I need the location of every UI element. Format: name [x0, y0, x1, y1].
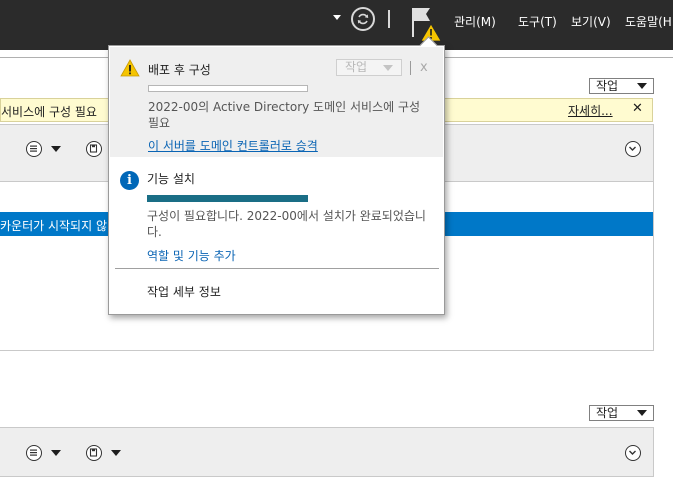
task-dropdown-label: 작업 — [596, 79, 619, 93]
services-panel-header — [0, 427, 654, 477]
menu-manage[interactable]: 관리(M) — [454, 13, 496, 30]
menubar-separator — [388, 10, 390, 28]
chevron-down-icon — [383, 65, 393, 71]
task-details-link[interactable]: 작업 세부 정보 — [147, 283, 221, 300]
task-dropdown-label: 작업 — [596, 406, 619, 420]
section-title: 배포 후 구성 — [148, 63, 211, 77]
section-title: 기능 설치 — [147, 172, 195, 186]
warning-icon — [120, 59, 140, 77]
info-icon: i — [120, 171, 139, 190]
chevron-down-icon — [637, 410, 647, 416]
notifications-popup: 배포 후 구성 작업 x 2022-00의 Active Directory 도… — [108, 36, 445, 315]
task-dropdown[interactable]: 작업 — [589, 78, 654, 94]
chevron-down-icon — [637, 83, 647, 89]
progress-bar-empty — [148, 85, 308, 92]
dismiss-icon: x — [420, 60, 428, 75]
progress-bar-complete — [147, 195, 308, 202]
expand-chevron-icon[interactable] — [625, 445, 641, 461]
task-button-disabled: 작업 — [336, 59, 402, 76]
server-dropdown-arrow-icon[interactable] — [333, 15, 341, 20]
row-text: 카운터가 시작되지 않 — [0, 219, 107, 233]
menu-tools[interactable]: 도구(T) — [518, 13, 557, 30]
chevron-down-icon[interactable] — [51, 146, 61, 152]
popup-divider — [115, 268, 439, 269]
progress-fill — [147, 195, 308, 202]
expand-chevron-icon[interactable] — [625, 141, 641, 157]
post-deployment-config-section: 배포 후 구성 작업 x 2022-00의 Active Directory 도… — [110, 47, 443, 157]
save-icon[interactable] — [86, 445, 102, 461]
save-icon[interactable] — [86, 141, 102, 157]
menu-view[interactable]: 보기(V) — [571, 13, 611, 30]
section-message: 구성이 필요합니다. 2022-00에서 설치가 완료되었습니다. — [147, 209, 426, 239]
notifications-flag-icon[interactable] — [408, 5, 442, 43]
popup-separator — [410, 61, 411, 75]
refresh-icon[interactable] — [351, 7, 375, 31]
warning-message: 서비스에 구성 필요 — [1, 105, 97, 119]
list-options-icon[interactable] — [26, 141, 42, 157]
chevron-down-icon[interactable] — [111, 450, 121, 456]
chevron-down-icon[interactable] — [51, 450, 61, 456]
promote-dc-link[interactable]: 이 서버를 도메인 컨트롤러로 승격 — [148, 137, 318, 154]
section-message: 2022-00의 Active Directory 도메인 서비스에 구성 필요 — [148, 100, 421, 130]
task-button-label: 작업 — [345, 60, 368, 74]
list-options-icon[interactable] — [26, 445, 42, 461]
add-roles-link[interactable]: 역할 및 기능 추가 — [147, 247, 236, 264]
menubar: 관리(M) 도구(T) 보기(V) 도움말(H — [0, 0, 673, 50]
close-icon[interactable]: ✕ — [632, 101, 643, 116]
details-link[interactable]: 자세히... — [568, 102, 613, 119]
menu-help[interactable]: 도움말(H — [625, 13, 672, 30]
task-dropdown-2[interactable]: 작업 — [589, 405, 654, 421]
